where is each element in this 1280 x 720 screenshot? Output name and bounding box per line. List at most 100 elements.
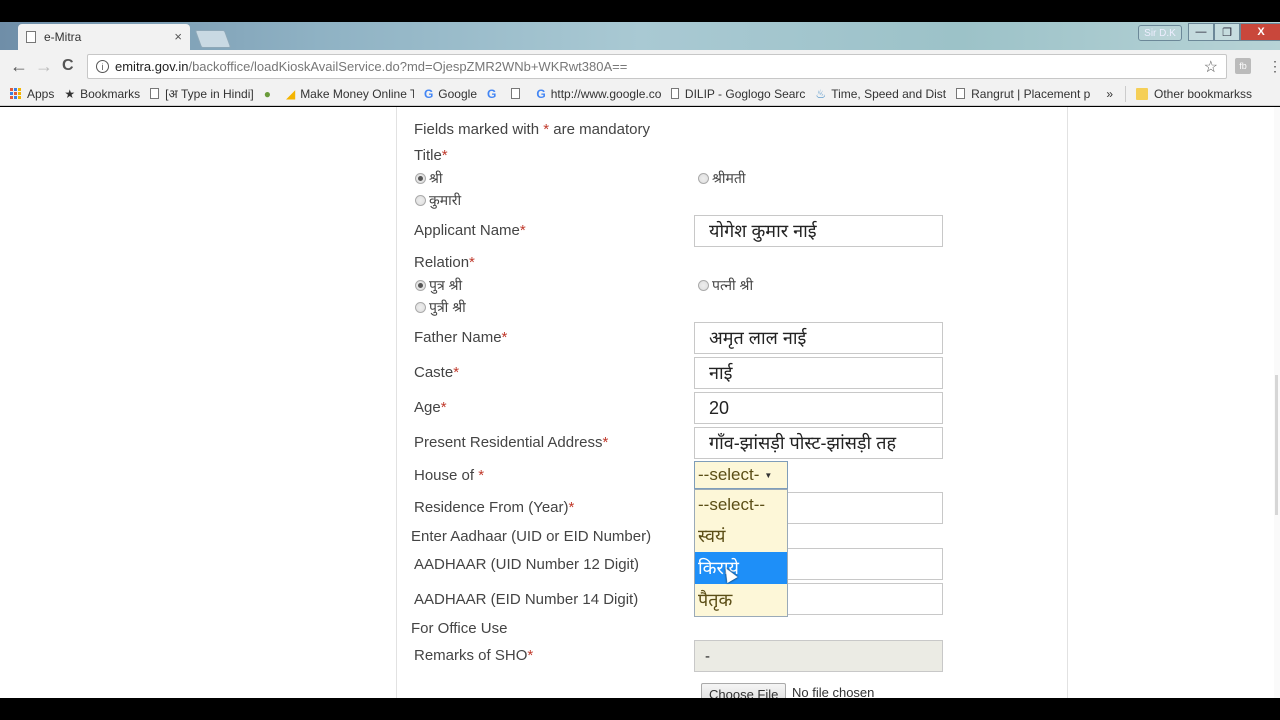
google-icon: G <box>423 86 434 101</box>
bookmark-label: http://www.google.co <box>550 86 662 101</box>
profile-badge[interactable]: Sir D.K <box>1138 25 1182 41</box>
folder-icon <box>1136 87 1149 100</box>
bookmark-type-in-hindi[interactable]: [अ Type in Hindi] <box>150 85 254 102</box>
forward-button[interactable]: → <box>35 56 53 77</box>
remarks-sho-label: Remarks of SHO* <box>414 647 534 664</box>
menu-icon[interactable]: ⋮ <box>1268 58 1280 75</box>
tab-emitra[interactable]: e-Mitra × <box>18 24 190 50</box>
age-input[interactable]: 20 <box>694 392 943 424</box>
aadhaar-heading: Enter Aadhaar (UID or EID Number) <box>411 528 652 545</box>
google-icon: G <box>536 86 546 101</box>
applicant-name-input[interactable]: योगेश कुमार नाई <box>694 215 943 247</box>
tab-close-icon[interactable]: × <box>174 29 182 44</box>
bookmark-google-url[interactable]: G http://www.google.co <box>536 87 661 101</box>
bookmarks-separator <box>1125 85 1127 102</box>
minimize-button[interactable]: — <box>1188 23 1214 41</box>
house-of-select[interactable]: --select- ▼ <box>694 461 788 489</box>
adwords-icon: ◢ <box>285 86 296 101</box>
title-label: Title* <box>414 147 448 164</box>
ext-icon: ● <box>263 86 271 101</box>
bookmark-bookmarks[interactable]: ★ Bookmarks <box>64 87 140 101</box>
house-of-option-self[interactable]: स्वयं <box>695 520 787 552</box>
father-name-input[interactable]: अमृत लाल नाई <box>694 322 943 354</box>
bookmark-make-money[interactable]: ◢ Make Money Online T <box>286 87 414 101</box>
title-radio-kumari[interactable]: कुमारी <box>415 191 461 210</box>
house-of-dropdown-list: --select-- स्वयं किराये पैतृक <box>694 489 788 617</box>
page-viewport: Fields marked with * are mandatory Title… <box>0 107 1280 698</box>
google-icon: G <box>487 86 497 101</box>
screen-bottom-border <box>0 698 1280 720</box>
bookmark-rangrut[interactable]: Rangrut | Placement p <box>956 87 1090 101</box>
choose-file-button[interactable]: Choose File <box>701 683 787 698</box>
address-input[interactable]: गाँव-झांसड़ी पोस्ट-झांसड़ी तह <box>694 427 943 459</box>
dropdown-arrow-icon: ▼ <box>764 470 773 480</box>
caste-label: Caste* <box>414 364 460 381</box>
radio-label: श्रीमती <box>712 170 746 186</box>
bookmark-apps[interactable]: Apps <box>10 87 54 101</box>
bookmark-time-speed[interactable]: ♨ Time, Speed and Dist <box>815 87 946 101</box>
radio-unchecked-icon <box>415 195 426 206</box>
extension-icon[interactable]: fb <box>1235 58 1251 74</box>
scrollbar-thumb[interactable] <box>1275 375 1278 515</box>
address-label: Present Residential Address* <box>414 434 609 451</box>
relation-radio-daughter[interactable]: पुत्री श्री <box>415 298 466 317</box>
bookmarks-overflow-button[interactable]: » <box>1106 87 1113 101</box>
address-bar[interactable]: i emitra.gov.in /backoffice/loadKioskAva… <box>87 54 1227 79</box>
house-of-option-rented[interactable]: किराये <box>695 552 787 584</box>
radio-label: पुत्र श्री <box>429 277 463 293</box>
title-radio-shri[interactable]: श्री <box>415 169 443 188</box>
star-icon: ★ <box>64 86 76 101</box>
bookmark-google-2[interactable]: G <box>487 87 501 101</box>
browser-toolbar: ← → C i emitra.gov.in /backoffice/loadKi… <box>0 50 1280 82</box>
reload-button[interactable]: C <box>62 57 74 75</box>
relation-label: Relation* <box>414 254 475 271</box>
radio-unchecked-icon <box>415 302 426 313</box>
mandatory-note: Fields marked with * are mandatory <box>414 121 650 138</box>
other-bookmarks[interactable]: Other bookmarkss <box>1136 87 1252 101</box>
bookmark-star-icon[interactable]: ☆ <box>1204 57 1218 77</box>
house-of-option-ancestral[interactable]: पैतृक <box>695 584 787 616</box>
window-controls: — ❐ X <box>1188 23 1280 41</box>
select-value: --select- <box>698 465 760 484</box>
age-label: Age* <box>414 399 447 416</box>
file-status: No file chosen <box>792 685 875 698</box>
caste-input[interactable]: नाई <box>694 357 943 389</box>
radio-unchecked-icon <box>698 173 709 184</box>
father-name-label: Father Name* <box>414 329 508 346</box>
bookmark-label: Time, Speed and Dist <box>831 86 947 101</box>
bookmark-extension[interactable]: ● <box>264 87 276 101</box>
new-tab-button[interactable] <box>194 30 232 48</box>
url-path: /backoffice/loadKioskAvailService.do?md=… <box>188 59 628 74</box>
page-icon <box>671 88 679 99</box>
maximize-button[interactable]: ❐ <box>1214 23 1240 41</box>
bookmark-dilip[interactable]: DILIP - Goglogo Searc <box>671 87 805 101</box>
house-of-option-select[interactable]: --select-- <box>695 490 787 520</box>
radio-label: श्री <box>429 170 443 186</box>
residence-from-label: Residence From (Year)* <box>414 499 575 516</box>
house-of-label: House of * <box>414 467 485 484</box>
page-icon <box>150 88 160 99</box>
radio-unchecked-icon <box>698 280 709 291</box>
bookmarks-bar: Apps ★ Bookmarks [अ Type in Hindi] ● ◢ M… <box>0 82 1280 106</box>
relation-radio-wife[interactable]: पत्नी श्री <box>698 276 753 295</box>
aadhaar-uid-label: AADHAAR (UID Number 12 Digit) <box>414 556 640 573</box>
bookmark-label: Apps <box>27 86 55 101</box>
page-icon <box>511 88 521 99</box>
back-button[interactable]: ← <box>10 56 28 77</box>
bookmark-google[interactable]: G Google <box>424 87 477 101</box>
screen-top-border <box>0 0 1280 22</box>
title-radio-shrimati[interactable]: श्रीमती <box>698 169 746 188</box>
window-close-button[interactable]: X <box>1240 23 1280 41</box>
bookmark-label: DILIP - Goglogo Searc <box>684 86 806 101</box>
lamp-icon: ♨ <box>815 86 827 101</box>
relation-radio-son[interactable]: पुत्र श्री <box>415 276 462 295</box>
info-icon[interactable]: i <box>96 60 109 73</box>
remarks-sho-input: - <box>694 640 943 672</box>
bookmark-page[interactable] <box>511 88 526 99</box>
page-icon <box>26 31 36 43</box>
tab-strip: e-Mitra × Sir D.K — ❐ X <box>0 22 1280 50</box>
applicant-name-label: Applicant Name* <box>414 222 526 239</box>
bookmark-label: Google <box>438 86 477 101</box>
page-scrollbar[interactable] <box>1274 107 1280 698</box>
radio-label: पुत्री श्री <box>429 299 466 315</box>
